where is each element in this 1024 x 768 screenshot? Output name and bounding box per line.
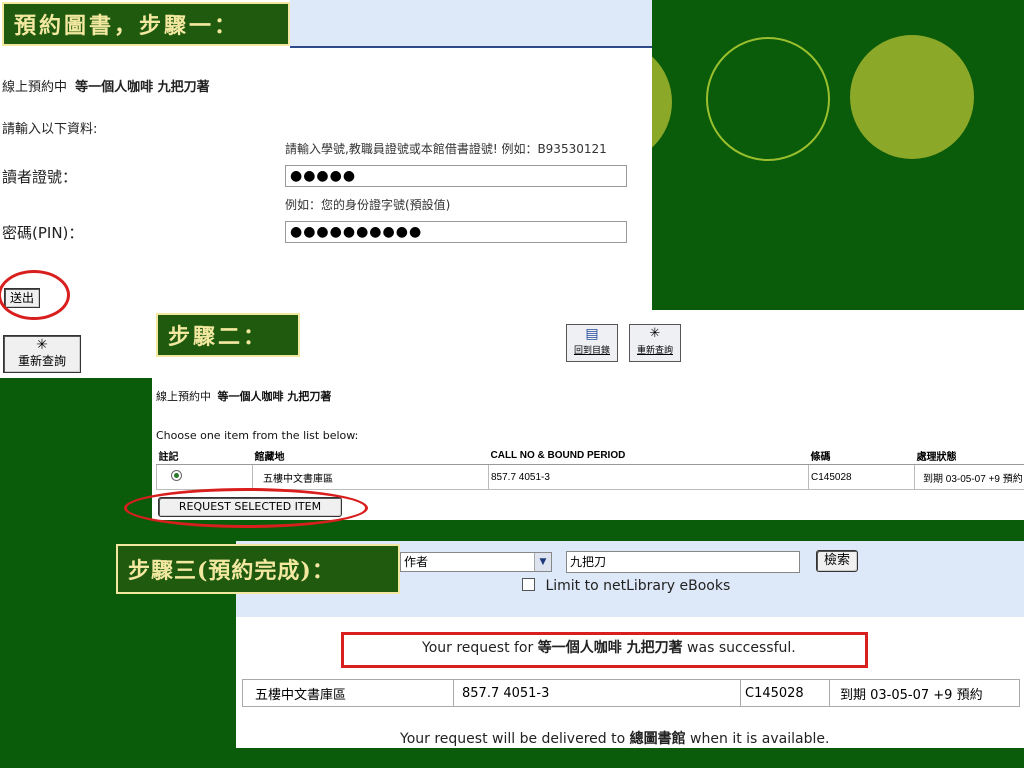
col-barcode: 條碼: [808, 447, 915, 465]
result-table: 五樓中文書庫區 857.7 4051-3 C145028 到期 03-05-07…: [242, 679, 1020, 707]
cell-callno: 857.7 4051-3: [488, 464, 809, 490]
reserve-prefix: 線上預約中: [156, 390, 211, 403]
id-hint: 請輸入學號,教職員證號或本館借書證號! 例如：B93530121: [285, 142, 607, 156]
step2-reserve-title: 線上預約中 等一個人咖啡 九把刀著: [156, 388, 331, 404]
reserve-prefix: 線上預約中: [2, 80, 68, 95]
choose-text: Choose one item from the list below:: [156, 429, 359, 442]
search-type-value: 作者: [404, 555, 429, 569]
cell-barcode: C145028: [740, 679, 830, 707]
cell-status: 到期 03-05-07 +9 預約: [829, 679, 1020, 707]
cell-callno: 857.7 4051-3: [453, 679, 741, 707]
id-label: 讀者證號：: [2, 168, 78, 186]
pin-hint: 例如：您的身份證字號(預設值): [285, 198, 451, 212]
step1-prompt: 請輸入以下資料:: [2, 122, 98, 137]
step3-label: 步驟三(預約完成)：: [116, 544, 400, 594]
limit-label: Limit to netLibrary eBooks: [545, 578, 731, 594]
step2-requery-button[interactable]: ✳ 重新查詢: [629, 324, 681, 362]
asterisk-icon: ✳: [649, 326, 661, 341]
cell-location: 五樓中文書庫區: [242, 679, 454, 707]
reserve-book-title: 等一個人咖啡 九把刀著: [75, 80, 210, 95]
col-status: 處理狀態: [914, 447, 1024, 465]
step1-reserve-title: 線上預約中 等一個人咖啡 九把刀著: [2, 76, 210, 95]
items-table: 註記 館藏地 CALL NO & BOUND PERIOD 條碼 處理狀態 五樓…: [156, 447, 1024, 490]
table-row: 五樓中文書庫區 857.7 4051-3 C145028 到期 03-05-07…: [156, 464, 1024, 490]
cell-location: 五樓中文書庫區: [252, 464, 489, 490]
step2-requery-label: 重新查詢: [636, 346, 673, 356]
table-header-row: 註記 館藏地 CALL NO & BOUND PERIOD 條碼 處理狀態: [156, 447, 1024, 465]
table-row: 五樓中文書庫區 857.7 4051-3 C145028 到期 03-05-07…: [242, 679, 1020, 707]
pin-label: 密碼(PIN)：: [2, 224, 84, 242]
requery-button[interactable]: ✳ 重新查詢: [3, 335, 81, 373]
chevron-down-icon: ▼: [534, 553, 551, 571]
cell-status: 到期 03-05-07 +9 預約: [914, 464, 1024, 490]
col-callno: CALL NO & BOUND PERIOD: [488, 447, 809, 465]
requery-label: 重新查詢: [17, 354, 66, 368]
step2-label: 步驟二：: [156, 313, 300, 357]
success-highlight-box: [341, 632, 868, 668]
asterisk-icon: ✳: [36, 337, 48, 353]
submit-highlight-circle: [0, 270, 70, 320]
delivery-location: 總圖書館: [629, 731, 686, 747]
pin-field[interactable]: ●●●●●●●●●●: [285, 221, 627, 243]
delivery-prefix: Your request will be delivered to: [400, 731, 630, 747]
col-mark: 註記: [156, 447, 253, 465]
radio-button[interactable]: [171, 470, 182, 481]
search-button[interactable]: 檢索: [816, 550, 858, 572]
request-highlight-ellipse: [124, 488, 368, 528]
cell-barcode: C145028: [808, 464, 915, 490]
search-input[interactable]: 九把刀: [566, 551, 800, 573]
col-location: 館藏地: [252, 447, 489, 465]
catalog-icon: ▤: [585, 326, 599, 342]
reserve-book-title: 等一個人咖啡 九把刀著: [217, 390, 332, 403]
limit-checkbox[interactable]: [522, 578, 535, 591]
step1-label: 預約圖書，步驟一：: [2, 2, 290, 46]
limit-row: Limit to netLibrary eBooks: [522, 578, 730, 594]
decorative-ring-circle: [706, 37, 830, 161]
back-to-catalog-label: 回到目錄: [573, 346, 610, 356]
delivery-message: Your request will be delivered to 總圖書館 w…: [400, 728, 829, 748]
reader-id-field[interactable]: ●●●●●: [285, 165, 627, 187]
decorative-filled-circle: [850, 35, 974, 159]
step1-header-band: [290, 0, 652, 48]
search-type-select[interactable]: 作者 ▼: [400, 552, 552, 572]
back-to-catalog-button[interactable]: ▤ 回到目錄: [566, 324, 618, 362]
delivery-suffix: when it is available.: [685, 731, 830, 747]
